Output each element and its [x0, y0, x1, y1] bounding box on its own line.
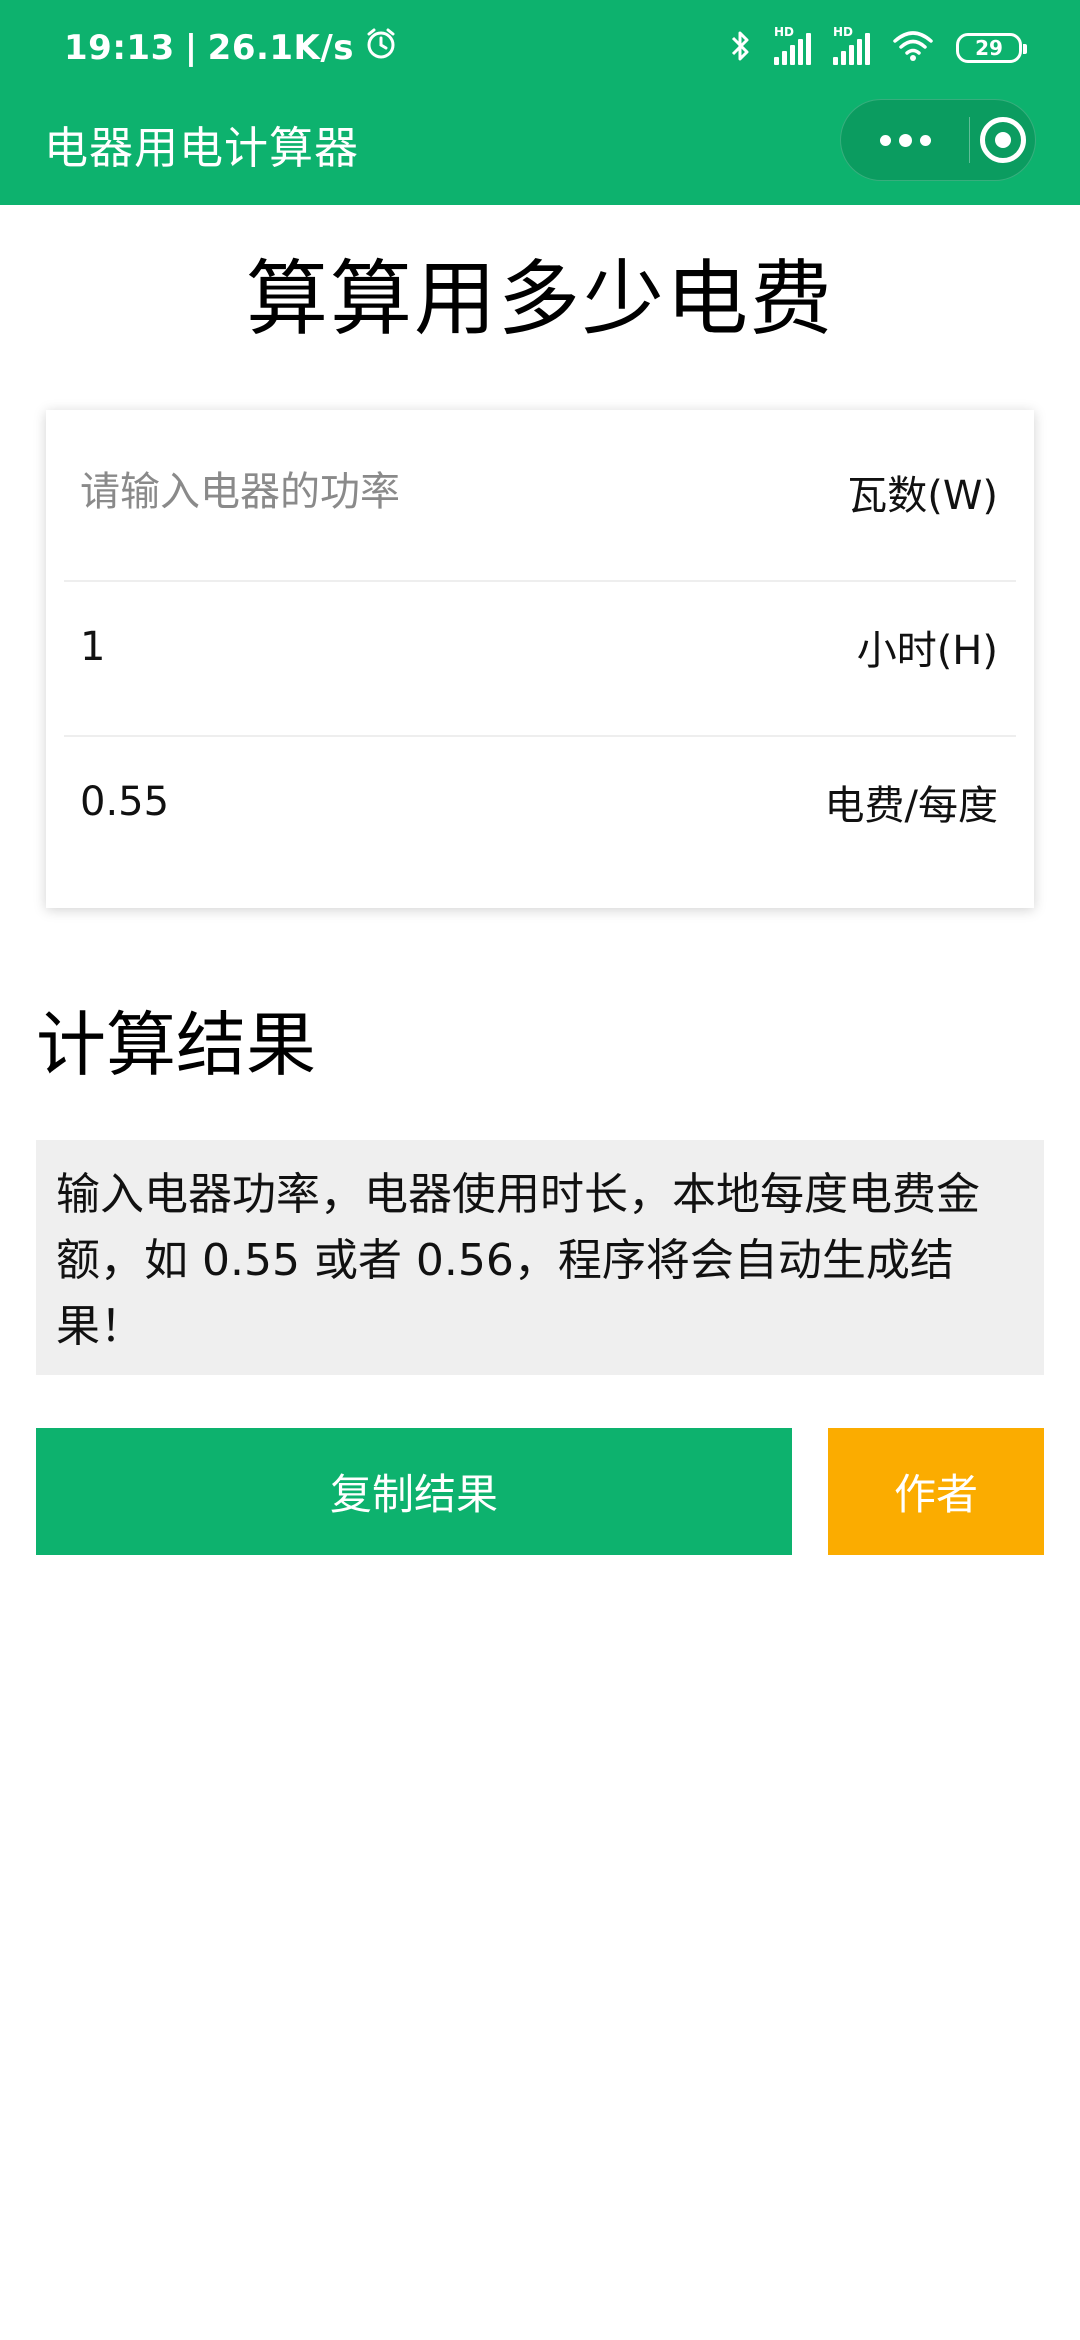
status-separator: |	[184, 28, 198, 68]
price-row: 电费/每度	[64, 732, 1016, 872]
status-bar: 19:13 | 26.1K/s HD HD 29	[0, 0, 1080, 95]
bluetooth-icon	[730, 29, 752, 67]
wifi-icon	[892, 29, 934, 67]
battery-icon: 29	[956, 33, 1027, 63]
nav-bar: 电器用电计算器	[0, 95, 1080, 205]
dot-icon	[919, 134, 931, 146]
hours-row: 小时(H)	[64, 577, 1016, 717]
nav-title: 电器用电计算器	[44, 123, 359, 174]
price-input[interactable]	[80, 779, 720, 825]
signal-icon-2: HD	[833, 25, 870, 65]
page-title: 算算用多少电费	[245, 252, 834, 347]
author-button[interactable]: 作者	[828, 1428, 1044, 1555]
dot-icon	[879, 134, 891, 146]
status-right: HD HD 29	[730, 25, 1027, 70]
power-input[interactable]	[80, 469, 720, 515]
mini-program-capsule	[840, 99, 1036, 181]
result-text: 输入电器功率，电器使用时长，本地每度电费金额，如 0.55 或者 0.56，程序…	[36, 1140, 1044, 1375]
input-card: 瓦数(W) 小时(H) 电费/每度	[46, 410, 1034, 908]
status-left: 19:13 | 26.1K/s	[64, 26, 398, 70]
more-options-button[interactable]	[841, 99, 969, 181]
hours-input[interactable]	[80, 624, 720, 670]
dot-icon	[898, 133, 912, 147]
battery-level: 29	[975, 36, 1003, 60]
price-unit-label: 电费/每度	[824, 783, 998, 829]
target-icon	[979, 117, 1026, 163]
alarm-icon	[364, 27, 398, 70]
result-title: 计算结果	[36, 1004, 316, 1086]
status-net-speed: 26.1K/s	[207, 28, 355, 68]
copy-result-button[interactable]: 复制结果	[36, 1428, 792, 1555]
status-time: 19:13	[64, 28, 175, 68]
hours-unit-label: 小时(H)	[856, 628, 998, 674]
power-row: 瓦数(W)	[64, 422, 1016, 562]
close-mini-program-button[interactable]	[970, 99, 1035, 181]
power-unit-label: 瓦数(W)	[847, 473, 998, 519]
signal-icon-1: HD	[774, 25, 811, 65]
